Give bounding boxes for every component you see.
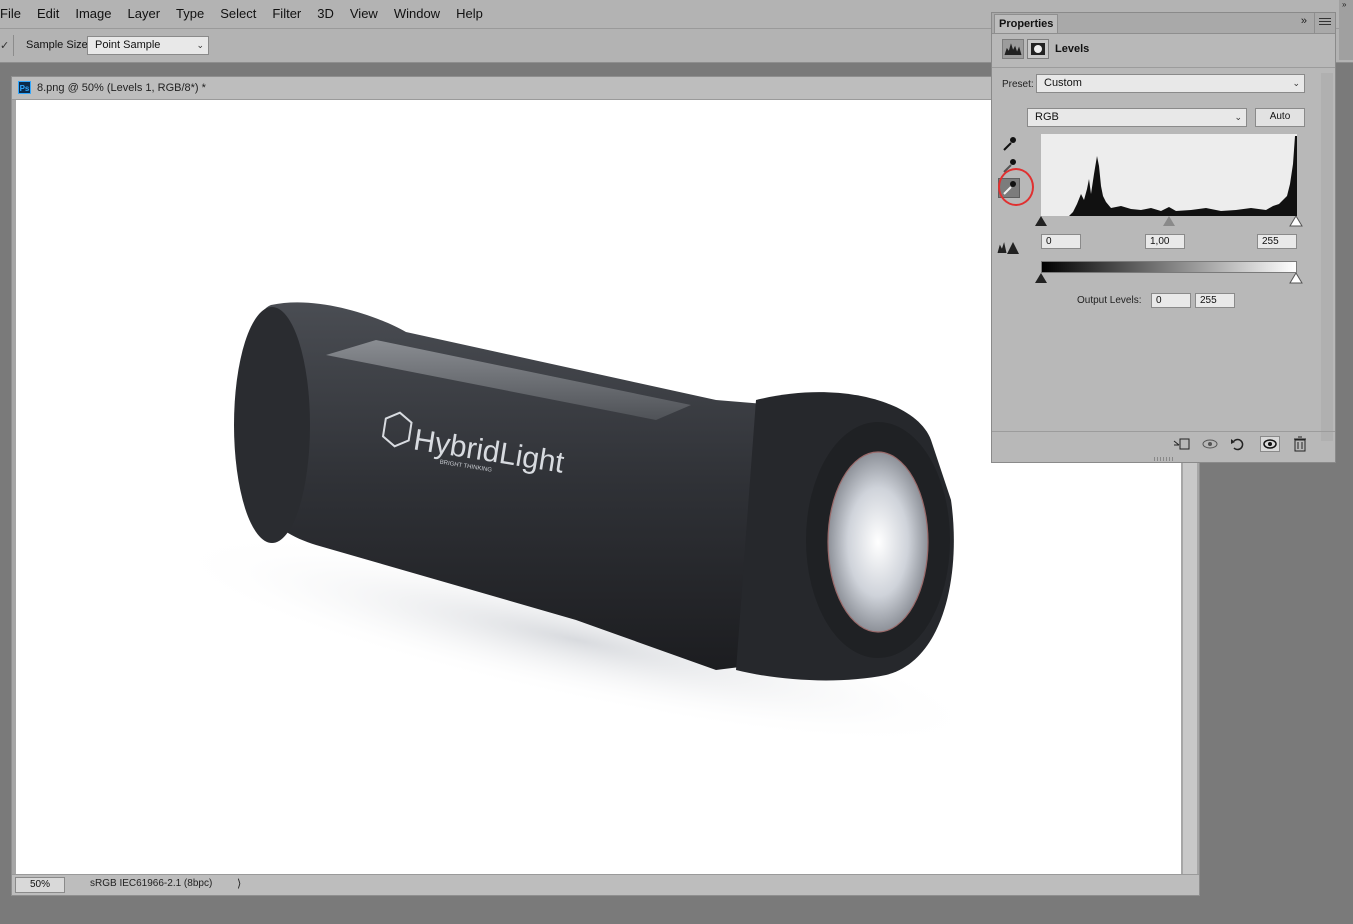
input-levels-slider[interactable] [1034,216,1304,228]
menu-file[interactable]: File [0,0,29,28]
auto-button[interactable]: Auto [1255,108,1305,127]
output-white-field[interactable]: 255 [1195,293,1235,308]
layer-mask-icon[interactable] [1027,39,1049,59]
collapse-panel-icon[interactable]: » [1301,15,1307,27]
trash-icon[interactable] [1290,436,1310,452]
preset-label: Preset: [1002,79,1034,90]
histogram [1041,134,1297,216]
chevron-down-icon: ⌄ [1234,112,1242,122]
input-white-handle [1289,216,1303,227]
view-previous-state-icon[interactable] [1200,436,1220,452]
output-levels-label: Output Levels: [1077,295,1142,306]
chevron-down-icon: ⌄ [1292,78,1300,88]
options-divider [13,35,14,56]
zoom-field[interactable]: 50% [15,877,65,893]
panel-scrollbar[interactable] [1321,73,1333,441]
panel-resize-grip[interactable] [1154,457,1174,461]
tab-properties[interactable]: Properties [994,14,1058,33]
black-point-eyedropper-icon[interactable] [998,134,1020,154]
output-black-handle [1035,273,1047,283]
input-gamma-field[interactable]: 1,00 [1145,234,1185,249]
menu-image[interactable]: Image [67,0,119,28]
chevron-down-icon: ⌄ [196,40,204,50]
output-gradient-bar [1041,261,1297,273]
preset-value: Custom [1044,77,1082,89]
status-bar: 50% sRGB IEC61966-2.1 (8bpc) ⟩ [12,874,1199,895]
output-levels-slider[interactable] [1034,273,1304,285]
menu-type[interactable]: Type [168,0,212,28]
panel-header: Properties » [992,13,1335,34]
menu-layer[interactable]: Layer [120,0,169,28]
document-title: 8.png @ 50% (Levels 1, RGB/8*) * [37,82,206,94]
menu-window[interactable]: Window [386,0,448,28]
sample-size-select[interactable]: Point Sample ⌄ [87,36,209,55]
channel-select[interactable]: RGB ⌄ [1027,108,1247,127]
output-black-field[interactable]: 0 [1151,293,1191,308]
status-menu-arrow-icon[interactable]: ⟩ [237,877,241,890]
menu-help[interactable]: Help [448,0,491,28]
tool-preset-chevron-icon[interactable]: ✓ [0,39,9,52]
adjustment-title: Levels [1055,43,1090,55]
reset-icon[interactable] [1228,436,1248,452]
highlight-ring [998,168,1034,206]
sample-size-label: Sample Size: [26,39,91,51]
levels-adjustment-icon[interactable] [1002,39,1024,59]
menu-filter[interactable]: Filter [264,0,309,28]
visibility-icon[interactable] [1260,436,1280,452]
panel-divider [992,67,1335,68]
input-gamma-handle [1163,216,1175,226]
output-white-handle [1289,273,1303,284]
panel-dock-edge[interactable]: » [1339,0,1353,60]
menu-select[interactable]: Select [212,0,264,28]
photoshop-file-icon: Ps [18,81,31,94]
preset-select[interactable]: Custom ⌄ [1036,74,1305,93]
input-black-handle [1035,216,1047,226]
input-white-field[interactable]: 255 [1257,234,1297,249]
color-profile-text: sRGB IEC61966-2.1 (8bpc) [90,878,213,889]
channel-value: RGB [1035,111,1059,123]
menu-edit[interactable]: Edit [29,0,67,28]
input-black-field[interactable]: 0 [1041,234,1081,249]
menu-view[interactable]: View [342,0,386,28]
sample-size-value: Point Sample [95,39,161,51]
hamburger-menu-icon [1319,16,1331,28]
expand-dock-icon[interactable]: » [1342,0,1346,9]
panel-footer [992,431,1335,456]
menu-3d[interactable]: 3D [309,0,342,28]
clipping-warning-icon[interactable] [997,241,1021,255]
clip-to-layer-icon[interactable] [1172,436,1192,452]
panel-menu-button[interactable] [1314,13,1335,33]
